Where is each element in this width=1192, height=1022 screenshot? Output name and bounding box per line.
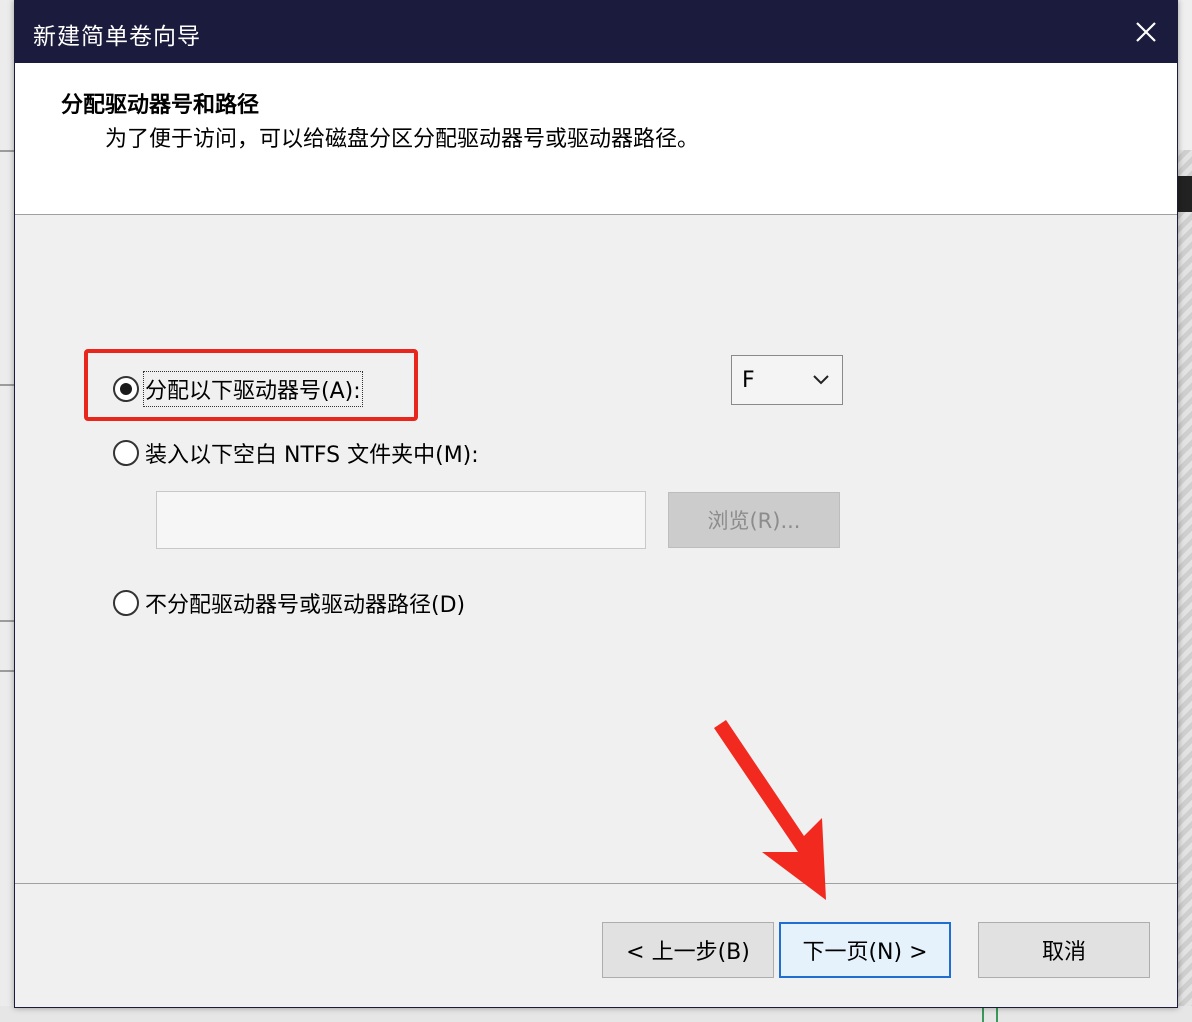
radio-dot-icon	[120, 383, 132, 395]
window-title: 新建简单卷向导	[33, 24, 201, 50]
radio-label-mount-folder: 装入以下空白 NTFS 文件夹中(M):	[145, 443, 479, 468]
new-simple-volume-wizard-dialog: 新建简单卷向导 分配驱动器号和路径 为了便于访问，可以给磁盘分区分配驱动器号或驱…	[14, 0, 1178, 1008]
browse-button[interactable]: 浏览(R)...	[668, 492, 840, 548]
background-window-bottom	[0, 1006, 1192, 1022]
page-subtitle: 为了便于访问，可以给磁盘分区分配驱动器号或驱动器路径。	[105, 127, 700, 152]
background-marker	[982, 1006, 984, 1022]
title-bar: 新建简单卷向导	[15, 1, 1177, 63]
close-icon	[1136, 22, 1156, 42]
folder-path-input[interactable]	[156, 491, 646, 549]
radio-assign-drive-letter[interactable]: 分配以下驱动器号(A):	[113, 371, 363, 407]
radio-button[interactable]	[113, 440, 139, 466]
background-hatched-area	[1176, 150, 1192, 1022]
radio-no-assign[interactable]: 不分配驱动器号或驱动器路径(D)	[113, 587, 465, 619]
cancel-button[interactable]: 取消	[978, 922, 1150, 978]
background-dark-bar	[1176, 176, 1192, 212]
wizard-content: 分配以下驱动器号(A): F 装入以下空白 NTFS 文件夹中(M): 浏览(R…	[15, 215, 1177, 883]
radio-label-assign-letter: 分配以下驱动器号(A):	[143, 371, 363, 407]
back-button[interactable]: < 上一步(B)	[602, 922, 774, 978]
background-window-right	[1176, 0, 1192, 150]
drive-letter-dropdown[interactable]: F	[731, 355, 843, 405]
wizard-header: 分配驱动器号和路径 为了便于访问，可以给磁盘分区分配驱动器号或驱动器路径。	[15, 63, 1177, 215]
page-title: 分配驱动器号和路径	[61, 93, 260, 118]
radio-button-selected[interactable]	[113, 376, 139, 402]
radio-button[interactable]	[113, 590, 139, 616]
background-marker	[996, 1006, 998, 1022]
next-button[interactable]: 下一页(N) >	[779, 922, 951, 978]
radio-mount-ntfs-folder[interactable]: 装入以下空白 NTFS 文件夹中(M):	[113, 437, 479, 469]
drive-letter-value: F	[742, 367, 755, 393]
close-button[interactable]	[1123, 9, 1169, 55]
radio-label-no-assign: 不分配驱动器号或驱动器路径(D)	[145, 593, 466, 618]
wizard-footer: < 上一步(B) 下一页(N) > 取消	[15, 884, 1177, 1007]
chevron-down-icon	[813, 375, 829, 385]
